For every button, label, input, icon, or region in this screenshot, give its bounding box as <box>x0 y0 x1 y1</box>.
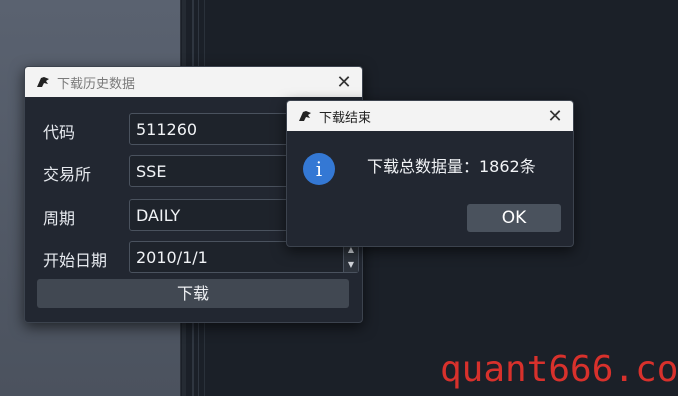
info-icon: i <box>303 153 335 185</box>
code-label: 代码 <box>43 123 76 142</box>
dialog-title: 下载历史数据 <box>57 76 136 92</box>
dialog-titlebar: 下载结束 ✕ <box>287 101 573 131</box>
result-message: 下载总数据量：1862条 <box>367 157 536 176</box>
close-button[interactable]: ✕ <box>332 70 356 94</box>
app-logo-icon <box>299 111 311 121</box>
dialog-titlebar: 下载历史数据 ✕ <box>25 67 362 97</box>
dialog-title: 下载结束 <box>319 110 372 126</box>
watermark-text: quant666.com <box>440 349 678 390</box>
ok-button[interactable]: OK <box>467 204 561 232</box>
close-button[interactable]: ✕ <box>543 104 567 128</box>
start-date-label: 开始日期 <box>43 251 108 270</box>
app-logo-icon <box>37 77 49 87</box>
spin-down-icon[interactable]: ▼ <box>344 257 358 272</box>
exchange-label: 交易所 <box>43 165 92 184</box>
download-finished-dialog: 下载结束 ✕ i 下载总数据量：1862条 OK <box>286 100 574 247</box>
start-date-value: 2010/1/1 <box>136 248 208 267</box>
close-icon: ✕ <box>547 105 563 127</box>
download-button[interactable]: 下载 <box>37 279 349 308</box>
interval-label: 周期 <box>43 209 76 228</box>
close-icon: ✕ <box>336 71 352 93</box>
